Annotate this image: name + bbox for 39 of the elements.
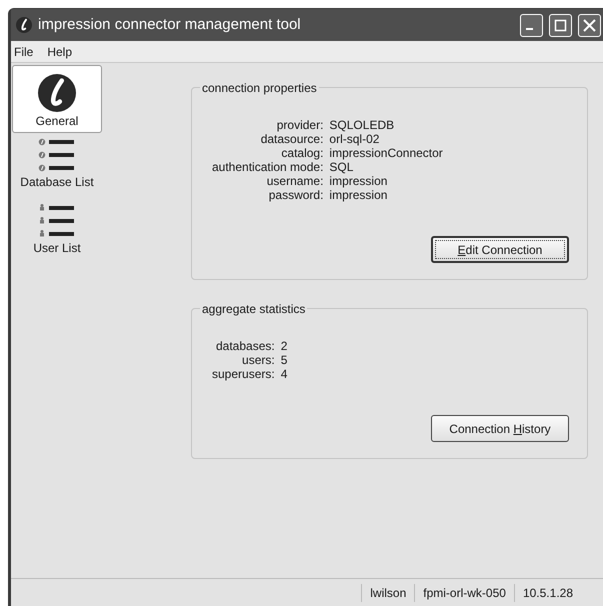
- sidebar-item[interactable]: User List: [12, 199, 102, 257]
- field-value: impression: [329, 188, 388, 202]
- menu-item[interactable]: File: [14, 42, 34, 60]
- window-title: impression connector management tool: [38, 14, 302, 35]
- maximize-icon: [554, 18, 567, 32]
- close-icon: [583, 18, 596, 32]
- field-value: 5: [280, 353, 288, 367]
- field-label: superusers:: [212, 367, 275, 381]
- status-text: lwilson: [361, 584, 414, 602]
- field-label: datasource:: [260, 132, 324, 146]
- app-logo-icon: [16, 17, 32, 33]
- field-value: SQLOLEDB: [329, 118, 396, 132]
- dialog-button[interactable]: Connection History: [431, 415, 569, 442]
- field-label: catalog:: [280, 146, 324, 160]
- status-text: fpmi-orl-wk-050: [414, 584, 514, 602]
- sidebar-item[interactable]: Database List: [12, 133, 102, 191]
- field-value: 4: [280, 367, 288, 381]
- field-value: 2: [280, 339, 288, 353]
- field-label: authentication mode:: [212, 160, 324, 174]
- minimize-icon: [526, 28, 533, 30]
- database-list-icon: [38, 137, 76, 173]
- close-button[interactable]: [578, 14, 601, 36]
- menu-item[interactable]: Help: [47, 42, 72, 60]
- field-label: provider:: [276, 118, 324, 132]
- field-value: impression: [329, 174, 388, 188]
- dialog-button[interactable]: Edit Connection: [431, 236, 569, 263]
- field-value: SQL: [329, 160, 354, 174]
- maximize-button[interactable]: [549, 14, 572, 36]
- field-label: users:: [241, 353, 275, 367]
- field-value: orl-sql-02: [329, 132, 380, 146]
- field-value: impressionConnector: [329, 146, 444, 160]
- sidebar-item[interactable]: General: [12, 65, 102, 133]
- status-text: 10.5.1.28: [514, 584, 581, 602]
- minimize-button[interactable]: [520, 14, 543, 36]
- user-list-icon: [38, 203, 76, 239]
- field-label: password:: [268, 188, 324, 202]
- field-label: username:: [266, 174, 324, 188]
- logo-icon: [38, 74, 76, 112]
- field-label: databases:: [214, 339, 275, 353]
